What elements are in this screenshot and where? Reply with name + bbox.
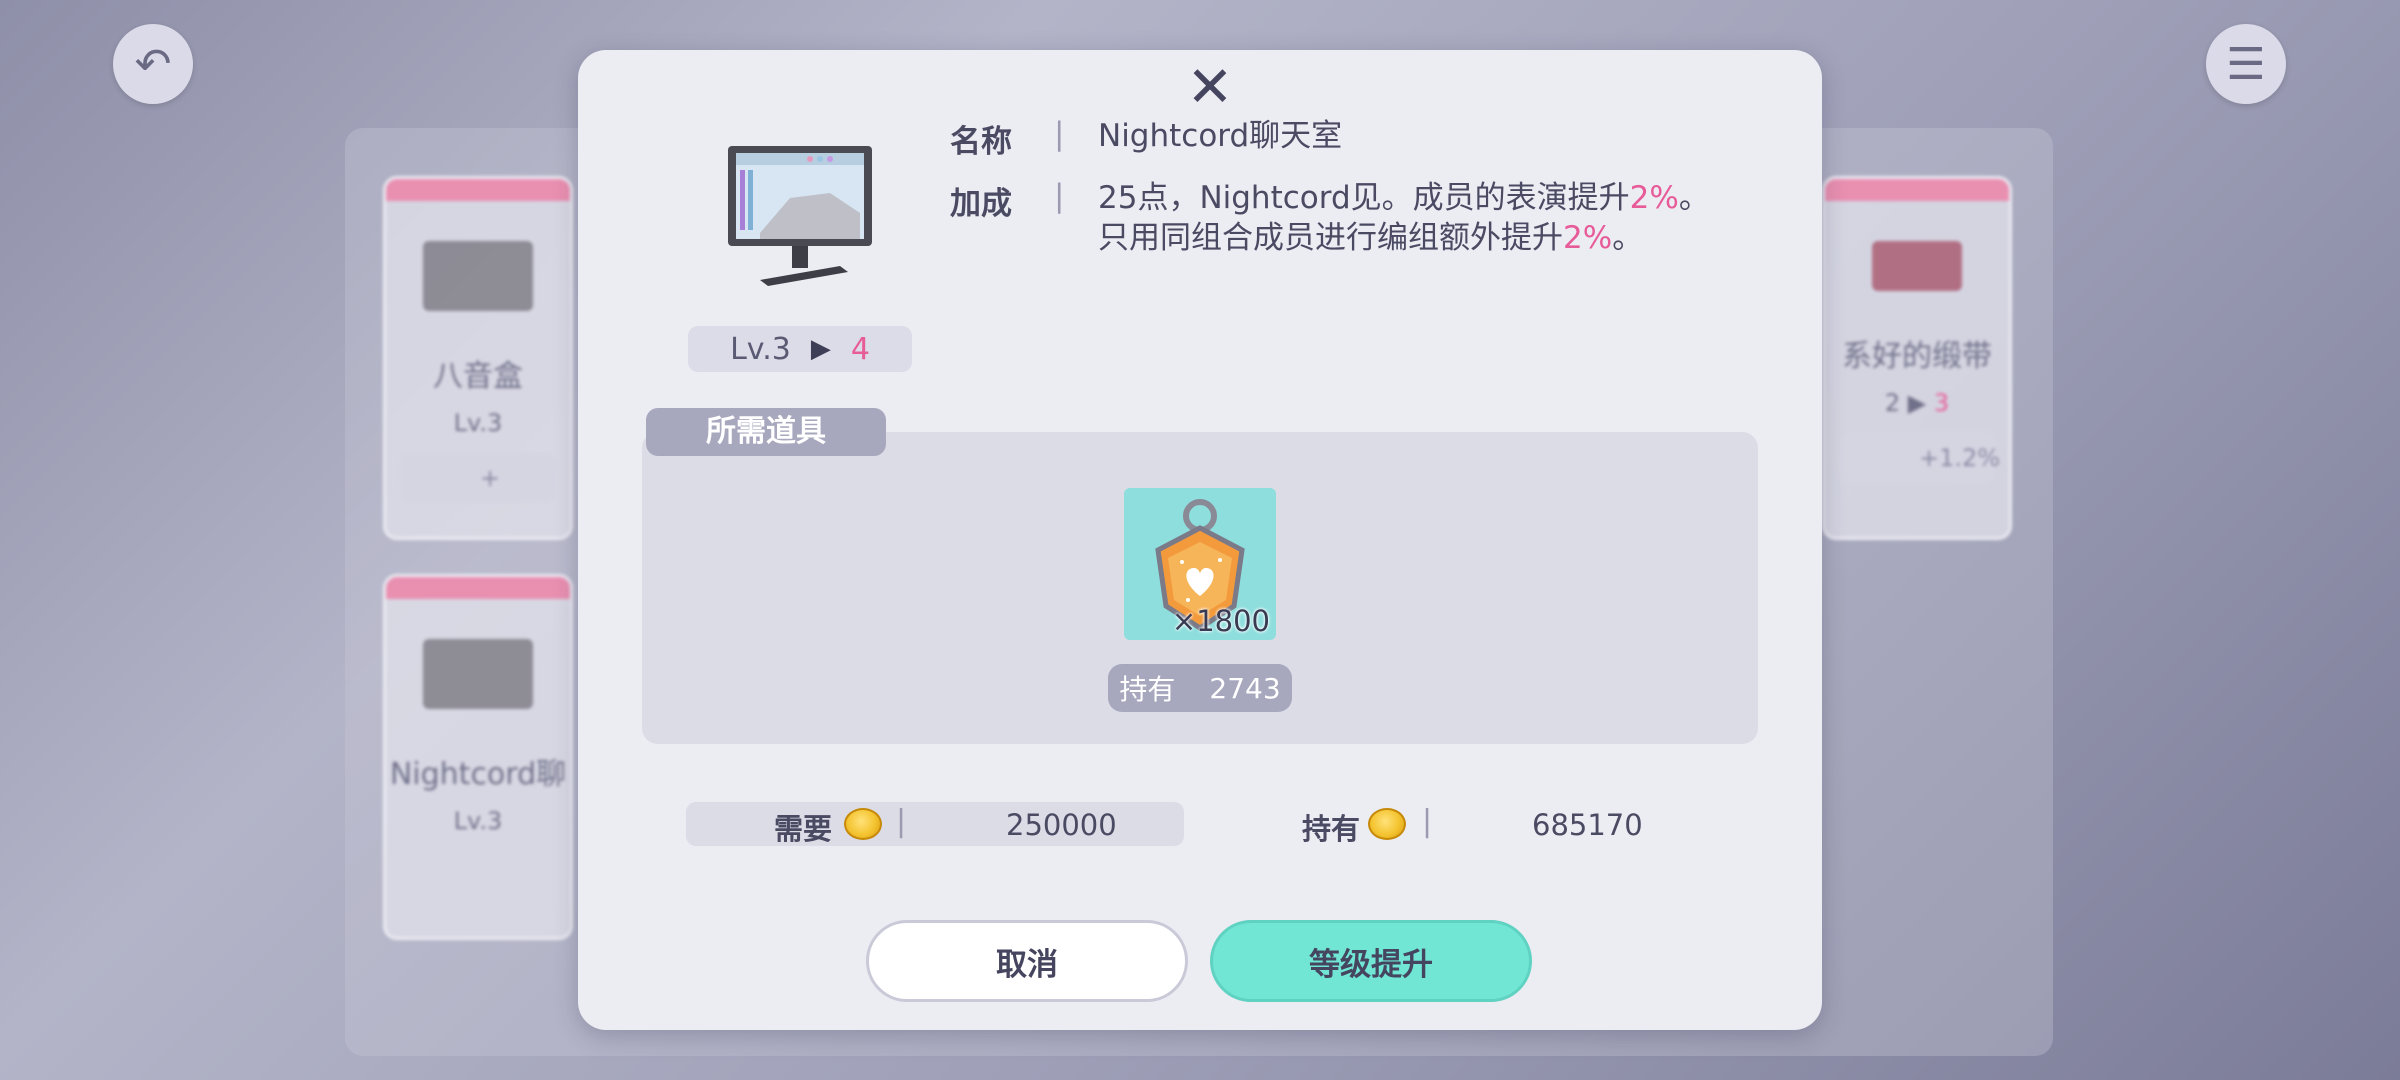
item-name-row: 名称 | Nightcord聊天室 (950, 116, 1342, 161)
separator: | (1054, 178, 1065, 214)
required-items-tab: 所需道具 (646, 408, 886, 456)
menu-icon: ☰ (2226, 38, 2266, 90)
bonus-line2: 只用同组合成员进行编组额外提升 (1098, 220, 1563, 256)
cancel-button[interactable]: 取消 (866, 920, 1188, 1002)
level-arrow-icon: ▶ (810, 334, 831, 364)
coin-need-label: 需要 (774, 812, 833, 846)
level-up-button[interactable]: 等级提升 (1210, 920, 1532, 1002)
bonus-line1-percent: 2% (1629, 180, 1679, 216)
item-name-value: Nightcord聊天室 (1098, 118, 1343, 154)
level-indicator: Lv.3 ▶ 4 (688, 326, 912, 372)
item-bonus-label: 加成 (950, 186, 1012, 222)
bonus-line2-suffix: 。 (1612, 220, 1644, 256)
coin-need-value: 250000 (1006, 808, 1117, 842)
separator: | (1422, 804, 1433, 839)
item-bonus-text: 25点，Nightcord见。成员的表演提升2%。 只用同组合成员进行编组额外提… (1098, 178, 1710, 258)
coin-icon (844, 808, 882, 840)
material-owned-value: 2743 (1209, 671, 1281, 705)
item-name-label: 名称 (950, 124, 1012, 160)
back-arrow-icon: ↶ (134, 38, 172, 90)
cancel-button-label: 取消 (996, 946, 1058, 983)
material-owned-label: 持有 (1119, 673, 1176, 706)
close-icon: ✕ (1186, 55, 1234, 120)
close-button[interactable]: ✕ (1182, 60, 1238, 118)
monitor-icon (728, 146, 872, 286)
separator: | (896, 804, 907, 839)
background-card-name: 系好的缎带 (1842, 339, 1992, 374)
background-card-name: Nightcord聊 (389, 757, 567, 792)
background-card-name: 八音盒 (433, 359, 523, 394)
coin-have-value: 685170 (1532, 808, 1643, 842)
coin-icon (1368, 808, 1406, 840)
background-card: 系好的缎带 2 ▶ 3 +1.2% (1822, 176, 2012, 540)
background-card-level: Lv.3 (453, 807, 503, 835)
bonus-line2-percent: 2% (1563, 220, 1613, 256)
level-current: Lv.3 (730, 331, 791, 367)
background-card-bonus: + (400, 453, 556, 503)
separator: | (1054, 116, 1065, 152)
material-quantity: ×1800 (1171, 604, 1270, 638)
coin-have-label: 持有 (1302, 812, 1361, 846)
background-card-level: Lv.3 (453, 409, 503, 437)
bonus-line1: 25点，Nightcord见。成员的表演提升 (1098, 180, 1630, 216)
background-card-level: 2 (1884, 389, 1901, 417)
level-next: 4 (850, 331, 870, 367)
background-card: Nightcord聊 Lv.3 (383, 574, 573, 940)
level-up-button-label: 等级提升 (1309, 946, 1433, 983)
item-bonus-row: 加成 | 25点，Nightcord见。成员的表演提升2%。 只用同组合成员进行… (950, 178, 1710, 258)
bonus-line1-suffix: 。 (1678, 180, 1710, 216)
back-button[interactable]: ↶ (113, 24, 193, 104)
background-card-next-level: 3 (1933, 389, 1950, 417)
material-owned: 持有 2743 (1108, 664, 1292, 712)
background-card: 八音盒 Lv.3 + (383, 176, 573, 540)
background-card-bonus: +1.2% (1839, 433, 2000, 483)
menu-button[interactable]: ☰ (2206, 24, 2286, 104)
material-item[interactable]: ×1800 (1124, 488, 1276, 640)
